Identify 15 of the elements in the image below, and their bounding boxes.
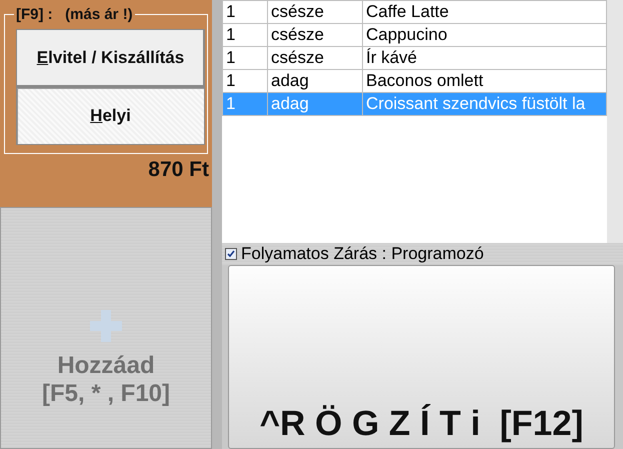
continuous-close-checkbox[interactable]: Folyamatos Zárás : Programozó: [222, 243, 623, 265]
table-cell: 1: [222, 0, 268, 24]
plus-icon: [90, 310, 122, 342]
price-option-button[interactable]: Helyi: [16, 87, 205, 145]
table-cell: 1: [222, 92, 268, 116]
scrollbar-track[interactable]: [607, 0, 623, 243]
total-price: 870 Ft: [147, 157, 210, 182]
group-legend: [F9] : (más ár !): [14, 6, 135, 23]
table-cell: csésze: [268, 0, 362, 24]
table-cell: Croissant szendvics füstölt la: [362, 92, 606, 116]
save-button[interactable]: ^R Ö G Z Í T i [F12]: [228, 265, 615, 449]
table-cell: Caffe Latte: [362, 0, 606, 24]
check-icon: [227, 250, 235, 258]
price-option-button[interactable]: Elvitel / Kiszállítás: [16, 29, 205, 87]
table-cell: adag: [268, 92, 362, 116]
